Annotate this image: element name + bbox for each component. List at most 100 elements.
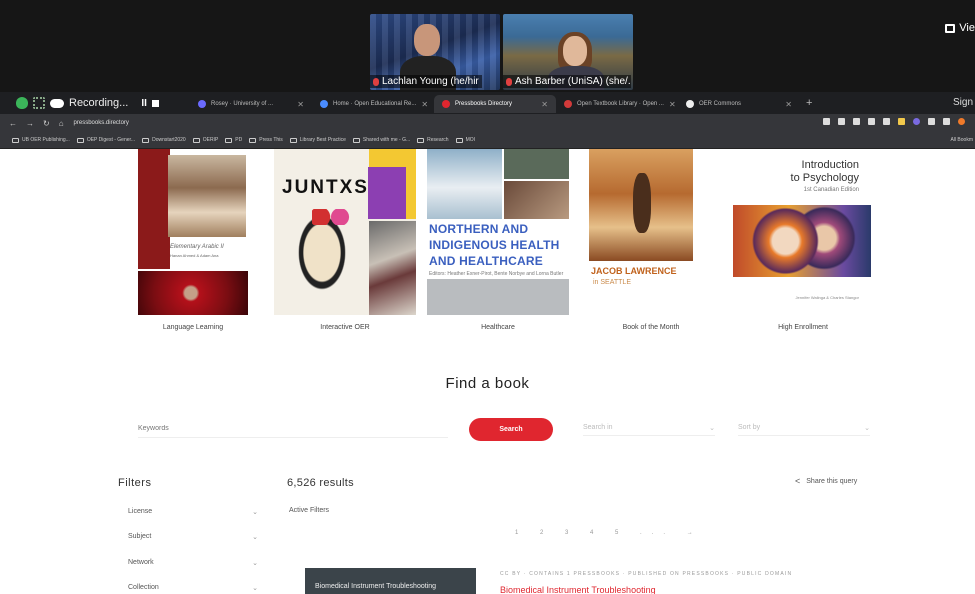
bookmark-label: Shared with me - G...: [362, 137, 411, 143]
share-query-link[interactable]: < Share this query: [795, 476, 857, 486]
participant-video-tile[interactable]: Ash Barber (UniSA) (she/...: [503, 14, 633, 90]
participant-video-tile[interactable]: Lachlan Young (he/hir: [370, 14, 500, 90]
extension-icon[interactable]: [868, 118, 875, 125]
bookmark-label: Downstart2020: [152, 137, 186, 143]
bookmark-item[interactable]: OEP Digest - Gener...: [76, 137, 135, 143]
browser-tab[interactable]: Rosey · University of ... ✕: [190, 95, 312, 113]
folder-icon: [76, 137, 84, 143]
cover-photo: [504, 149, 569, 179]
result-title-link[interactable]: Biomedical Instrument Troubleshooting: [500, 585, 656, 594]
chevron-down-icon: ⌄: [252, 534, 258, 541]
all-bookmarks-button[interactable]: All Bookm: [950, 137, 973, 143]
close-icon[interactable]: ✕: [297, 100, 304, 109]
tab-favicon-icon: [686, 100, 694, 108]
filter-label: Network: [128, 559, 154, 566]
book-cover[interactable]: JUNTXS: [274, 149, 416, 315]
book-cover[interactable]: JACOB LAWRENCE in SEATTLE: [589, 149, 693, 315]
participant-name: Lachlan Young (he/hir: [382, 76, 479, 87]
forward-arrow-icon[interactable]: →: [26, 119, 34, 128]
chevron-down-icon: ⌄: [864, 425, 870, 432]
cover-photo: [427, 149, 502, 219]
account-avatar-icon[interactable]: [958, 118, 965, 125]
bookmark-label: Press This: [259, 137, 283, 143]
participant-head: [563, 36, 587, 66]
close-icon[interactable]: ✕: [541, 100, 548, 109]
extension-icon[interactable]: [853, 118, 860, 125]
reload-icon[interactable]: ↻: [43, 119, 50, 128]
tab-label: Pressbooks Directory: [455, 101, 513, 107]
cover-subtitle: 1st Canadian Edition: [803, 187, 859, 193]
cover-collage-block: [368, 167, 406, 219]
pause-icon[interactable]: II: [141, 98, 147, 109]
extension-icon[interactable]: [883, 118, 890, 125]
cover-title: JUNTXS: [282, 177, 369, 198]
folder-icon: [192, 137, 200, 143]
browser-tab[interactable]: Home · Open Educational Re... ✕: [312, 95, 434, 113]
bookmark-item[interactable]: Downstart2020: [142, 137, 186, 143]
cover-figure: [633, 173, 651, 233]
profile-avatar-icon[interactable]: [913, 118, 920, 125]
search-in-select-value: Search in: [583, 424, 613, 431]
extension-icon[interactable]: [928, 118, 935, 125]
participant-name-label: Lachlan Young (he/hir: [370, 75, 482, 88]
recording-indicator: Recording... II: [0, 97, 190, 109]
sign-in-button[interactable]: Sign: [953, 97, 973, 108]
cloud-icon: [50, 98, 64, 108]
keyword-search-input[interactable]: [138, 420, 448, 438]
carousel-category-label: Book of the Month: [622, 324, 680, 331]
filter-subject[interactable]: Subject ⌄: [128, 533, 258, 545]
folder-icon: [352, 137, 360, 143]
apps-grid-icon[interactable]: [33, 97, 45, 109]
bookmark-item[interactable]: Library Best Practice: [289, 137, 346, 143]
sidebar-icon[interactable]: [943, 118, 950, 125]
extension-icon[interactable]: [898, 118, 905, 125]
cover-painting: [733, 205, 871, 277]
bookmark-item[interactable]: Shared with me - G...: [352, 137, 411, 143]
bookmark-item[interactable]: Press This: [249, 137, 283, 143]
star-icon[interactable]: [838, 118, 845, 125]
book-cover[interactable]: NORTHERN AND INDIGENOUS HEALTH AND HEALT…: [427, 149, 569, 315]
bookmark-item[interactable]: PD: [225, 137, 242, 143]
sort-by-select[interactable]: Sort by ⌄: [738, 424, 870, 436]
chevron-down-icon: ⌄: [252, 585, 258, 592]
stop-icon[interactable]: [151, 99, 159, 107]
search-button[interactable]: Search: [469, 418, 553, 441]
filter-network[interactable]: Network ⌄: [128, 559, 258, 571]
extension-icon[interactable]: [823, 118, 830, 125]
bookmark-label: UB OER Publishing...: [22, 137, 70, 143]
bookmark-item[interactable]: UB OER Publishing...: [12, 137, 70, 143]
book-cover[interactable]: Elementary Arabic II Hanan Ahmed & Adam …: [138, 149, 248, 315]
bookmark-item[interactable]: Research: [417, 137, 449, 143]
address-input[interactable]: pressbooks.directory: [74, 120, 129, 126]
chevron-down-icon: ⌄: [709, 425, 715, 432]
tab-label: Open Textbook Library · Open ...: [577, 101, 664, 107]
close-icon[interactable]: ✕: [785, 100, 792, 109]
browser-tab-active[interactable]: Pressbooks Directory ✕: [434, 95, 556, 113]
filters-heading: Filters: [118, 477, 152, 489]
search-in-select[interactable]: Search in ⌄: [583, 424, 715, 436]
cover-title: NORTHERN AND INDIGENOUS HEALTH AND HEALT…: [429, 222, 560, 268]
filter-collection[interactable]: Collection ⌄: [128, 584, 258, 594]
bookmark-item[interactable]: MOI: [455, 137, 476, 143]
home-icon[interactable]: ⌂: [59, 119, 64, 128]
screen: Lachlan Young (he/hir Ash Barber (UniSA)…: [0, 0, 975, 594]
carousel-category-label: Language Learning: [162, 324, 224, 331]
view-button[interactable]: Vie: [945, 22, 975, 34]
close-icon[interactable]: ✕: [421, 100, 428, 109]
browser-tab[interactable]: Open Textbook Library · Open ... ✕: [556, 95, 678, 113]
results-count: 6,526 results: [287, 477, 354, 489]
back-arrow-icon[interactable]: ←: [9, 119, 17, 128]
folder-icon: [249, 137, 257, 143]
new-tab-plus-icon[interactable]: +: [800, 97, 818, 109]
bookmark-label: MOI: [465, 137, 476, 143]
result-cover-thumbnail[interactable]: Biomedical Instrument Troubleshooting: [305, 568, 476, 594]
pagination[interactable]: 1 2 3 4 5 ... →: [515, 530, 703, 536]
book-cover[interactable]: Introduction to Psychology 1st Canadian …: [729, 149, 875, 315]
cover-portrait: [282, 211, 362, 315]
cover-photo: [138, 271, 248, 315]
close-icon[interactable]: ✕: [669, 100, 676, 109]
folder-icon: [289, 137, 297, 143]
bookmark-item[interactable]: OERIP: [192, 137, 218, 143]
browser-tab[interactable]: OER Commons ✕: [678, 95, 800, 113]
filter-license[interactable]: License ⌄: [128, 508, 258, 520]
